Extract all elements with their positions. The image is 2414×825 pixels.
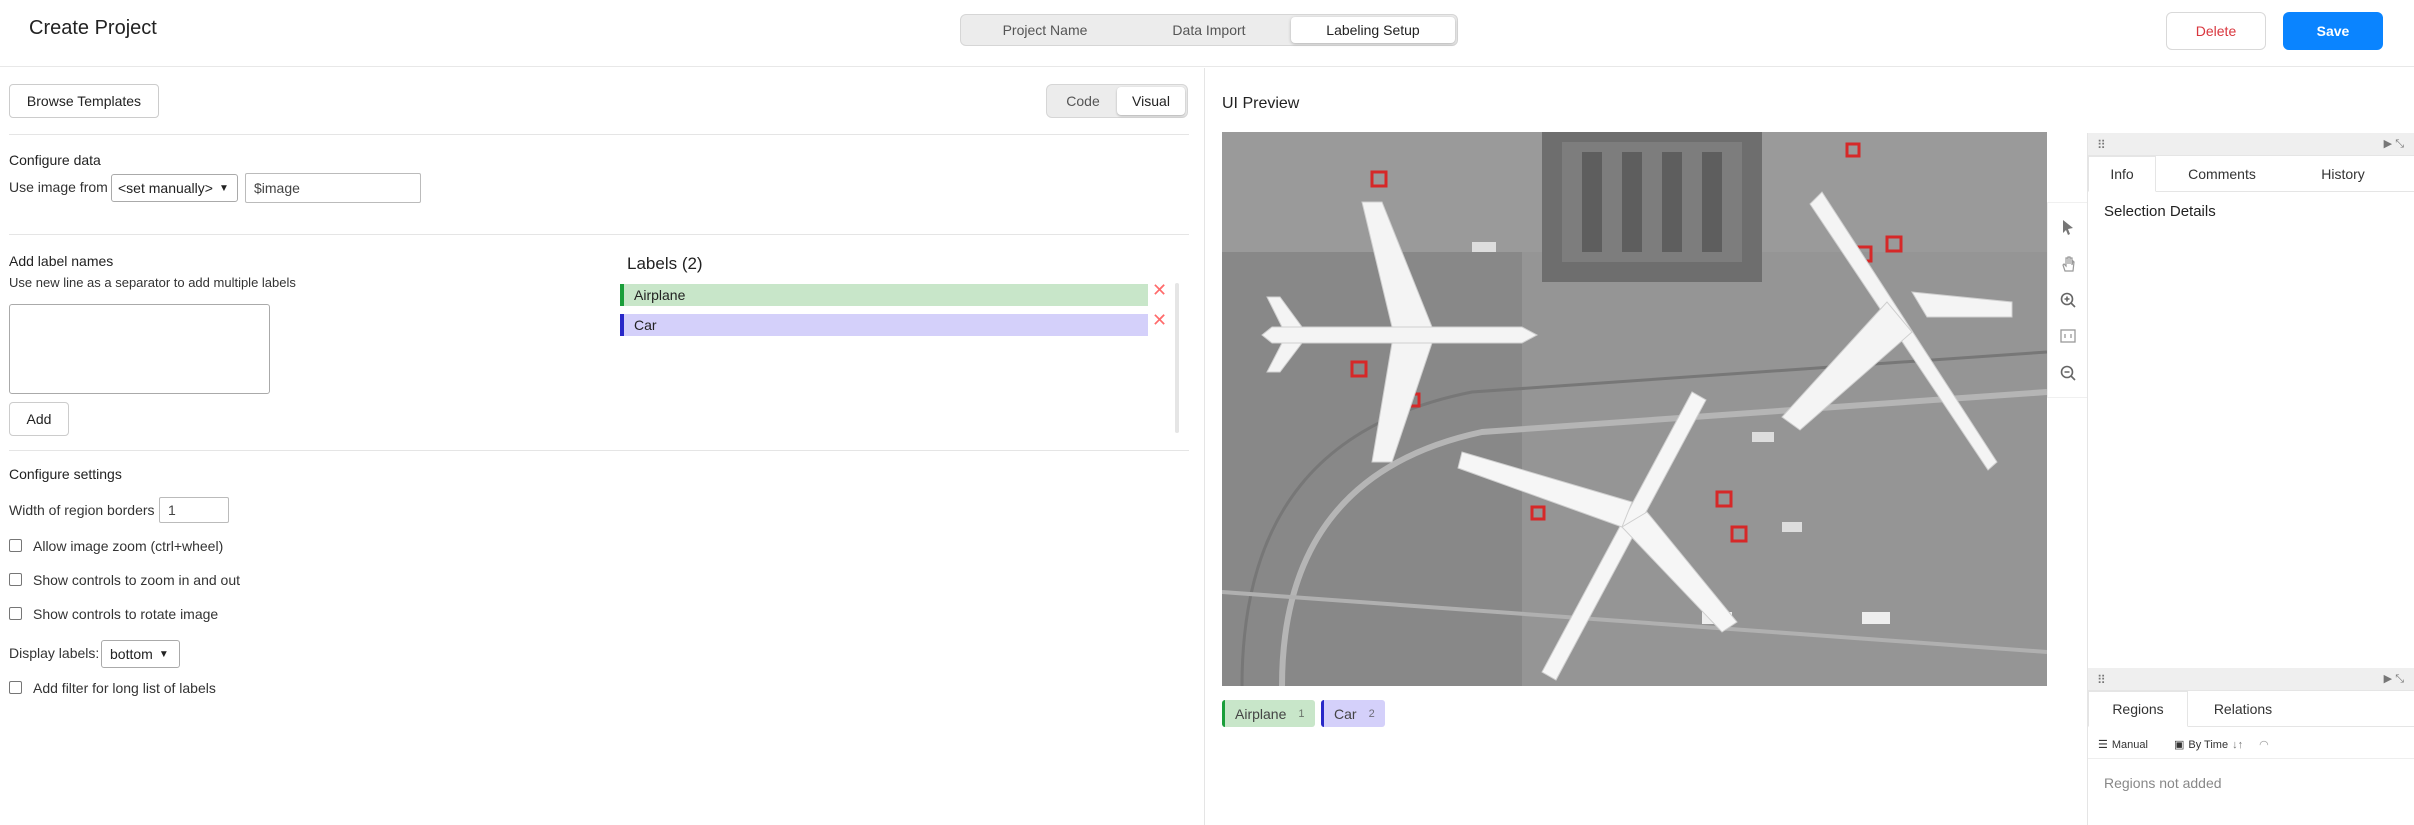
tab-labeling-setup[interactable]: Labeling Setup bbox=[1291, 17, 1455, 43]
zoom-out-icon[interactable] bbox=[2059, 364, 2077, 382]
visibility-icon[interactable]: ◠ bbox=[2259, 738, 2269, 751]
rotate-checkbox-label: Show controls to rotate image bbox=[33, 606, 219, 622]
visual-toggle[interactable]: Visual bbox=[1117, 87, 1185, 115]
save-button[interactable]: Save bbox=[2283, 12, 2383, 50]
panel-controls[interactable]: ▶ ⤡ bbox=[2384, 137, 2404, 151]
info-panel: ⠿ ▶ ⤡ Info Comments History Selection De… bbox=[2087, 133, 2414, 668]
filter-checkbox-label: Add filter for long list of labels bbox=[33, 680, 216, 696]
label-chip-airplane[interactable]: Airplane 1 bbox=[1222, 700, 1315, 727]
rotate-checkbox[interactable] bbox=[9, 607, 22, 620]
divider bbox=[9, 234, 1189, 235]
sort-lines-icon[interactable]: ☰ bbox=[2098, 738, 2108, 751]
panel-drag-handle[interactable]: ⠿ ▶ ⤡ bbox=[2088, 133, 2414, 156]
browse-templates-button[interactable]: Browse Templates bbox=[9, 84, 159, 118]
drag-handle-icon[interactable]: ⠿ bbox=[2097, 138, 2106, 152]
label-name: Car bbox=[634, 317, 657, 333]
drag-handle-icon[interactable]: ⠿ bbox=[2097, 673, 2106, 687]
panel-controls[interactable]: ▶ ⤡ bbox=[2384, 672, 2404, 686]
preview-title: UI Preview bbox=[1222, 95, 1300, 112]
chip-label: Car bbox=[1334, 705, 1357, 722]
panel-drag-handle[interactable]: ⠿ ▶ ⤡ bbox=[2088, 668, 2414, 691]
by-time-sort[interactable]: By Time bbox=[2188, 739, 2228, 751]
step-tabs: Project Name Data Import Labeling Setup bbox=[960, 14, 1458, 46]
hotkey-badge: 2 bbox=[1368, 707, 1375, 720]
sort-direction-icon[interactable]: ↓↑ bbox=[2232, 739, 2243, 751]
display-labels-label: Display labels: bbox=[9, 645, 100, 661]
labels-scrollbar[interactable] bbox=[1175, 283, 1179, 433]
labels-count-title: Labels (2) bbox=[627, 254, 703, 273]
filter-checkbox[interactable] bbox=[9, 681, 22, 694]
header-bar: Create Project Project Name Data Import … bbox=[0, 0, 2414, 67]
border-width-input[interactable]: 1 bbox=[159, 497, 229, 523]
remove-label-icon[interactable]: ✕ bbox=[1152, 280, 1167, 301]
pointer-icon[interactable] bbox=[2059, 218, 2077, 236]
regions-empty-text: Regions not added bbox=[2104, 775, 2222, 791]
chip-label: Airplane bbox=[1235, 705, 1287, 722]
selection-details-title: Selection Details bbox=[2104, 203, 2216, 220]
zoom-checkbox-label: Allow image zoom (ctrl+wheel) bbox=[33, 538, 224, 554]
border-width-label: Width of region borders bbox=[9, 502, 155, 518]
manual-sort[interactable]: Manual bbox=[2112, 739, 2148, 751]
image-source-value: <set manually> bbox=[118, 180, 213, 196]
image-toolbar bbox=[2047, 202, 2088, 398]
configure-data-title: Configure data bbox=[9, 152, 101, 168]
page-title: Create Project bbox=[29, 17, 157, 39]
airport-image[interactable] bbox=[1222, 132, 2047, 686]
remove-label-icon[interactable]: ✕ bbox=[1152, 310, 1167, 331]
image-source-input[interactable]: $image bbox=[245, 173, 421, 203]
info-tabs: Info Comments History bbox=[2088, 156, 2414, 192]
divider bbox=[9, 134, 1189, 135]
tab-info[interactable]: Info bbox=[2088, 156, 2156, 192]
label-item-car[interactable]: Car bbox=[620, 314, 1148, 336]
zoom-checkbox[interactable] bbox=[9, 539, 22, 552]
display-labels-value: bottom bbox=[110, 646, 153, 662]
regions-tabs: Regions Relations bbox=[2088, 691, 2414, 727]
tab-history[interactable]: History bbox=[2288, 156, 2398, 191]
aerial-airport-image bbox=[1222, 132, 2047, 686]
use-image-from-label: Use image from bbox=[9, 179, 108, 195]
hand-icon[interactable] bbox=[2059, 255, 2077, 273]
config-panel: Browse Templates Code Visual Configure d… bbox=[0, 68, 1205, 825]
add-label-hint: Use new line as a separator to add multi… bbox=[9, 275, 296, 290]
regions-toolbar: ☰ Manual ▣ By Time ↓↑ ◠ bbox=[2088, 731, 2414, 759]
label-chip-car[interactable]: Car 2 bbox=[1321, 700, 1385, 727]
editor-mode-toggle: Code Visual bbox=[1046, 84, 1188, 118]
delete-button[interactable]: Delete bbox=[2166, 12, 2266, 50]
tab-data-import[interactable]: Data Import bbox=[1127, 17, 1291, 43]
chevron-down-icon: ▼ bbox=[218, 182, 229, 194]
regions-panel: ⠿ ▶ ⤡ Regions Relations ☰ Manual ▣ By Ti… bbox=[2087, 668, 2414, 825]
fit-screen-icon[interactable] bbox=[2059, 327, 2077, 345]
zoom-controls-label: Show controls to zoom in and out bbox=[33, 572, 241, 588]
tab-project-name[interactable]: Project Name bbox=[963, 17, 1127, 43]
tab-regions[interactable]: Regions bbox=[2088, 691, 2188, 727]
add-label-names-title: Add label names bbox=[9, 253, 114, 269]
tab-comments[interactable]: Comments bbox=[2156, 156, 2288, 191]
tab-relations[interactable]: Relations bbox=[2188, 691, 2298, 726]
zoom-controls-checkbox[interactable] bbox=[9, 573, 22, 586]
label-name: Airplane bbox=[634, 287, 686, 303]
add-label-button[interactable]: Add bbox=[9, 402, 69, 436]
chevron-down-icon: ▼ bbox=[158, 648, 169, 660]
configure-settings-title: Configure settings bbox=[9, 466, 122, 482]
calendar-icon[interactable]: ▣ bbox=[2174, 738, 2184, 751]
label-names-textarea[interactable] bbox=[9, 304, 270, 394]
label-item-airplane[interactable]: Airplane bbox=[620, 284, 1148, 306]
divider bbox=[9, 450, 1189, 451]
hotkey-badge: 1 bbox=[1298, 707, 1305, 720]
zoom-in-icon[interactable] bbox=[2059, 291, 2077, 309]
code-toggle[interactable]: Code bbox=[1049, 87, 1117, 115]
image-source-select[interactable]: <set manually> ▼ bbox=[111, 174, 238, 202]
display-labels-select[interactable]: bottom ▼ bbox=[101, 640, 180, 668]
